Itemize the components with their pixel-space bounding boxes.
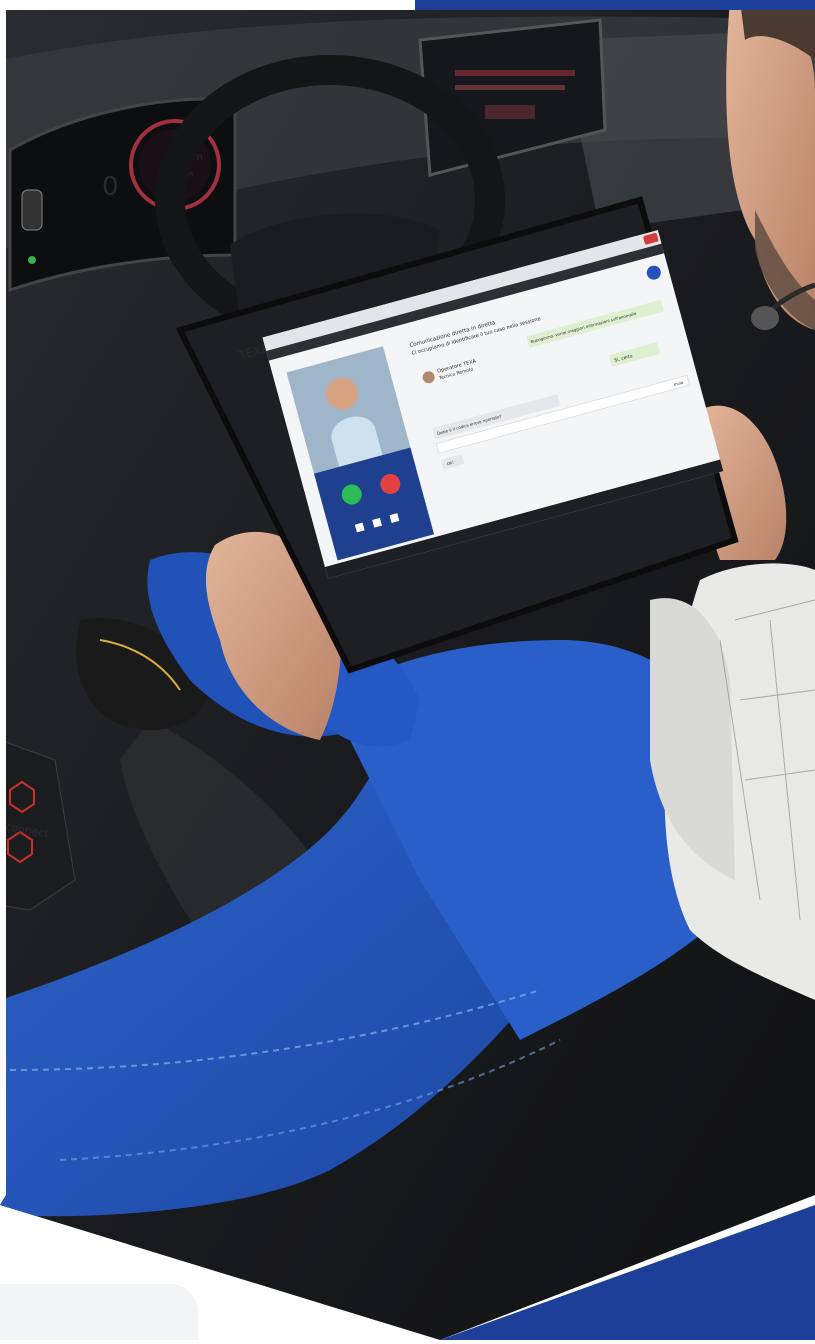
speed-readout: 0 [102,172,119,202]
top-accent-bar [415,0,815,10]
cta-pill[interactable] [0,1284,198,1340]
hero-photo: 330km 35km 0 connect TEXA Comunicazione … [0,0,815,1340]
